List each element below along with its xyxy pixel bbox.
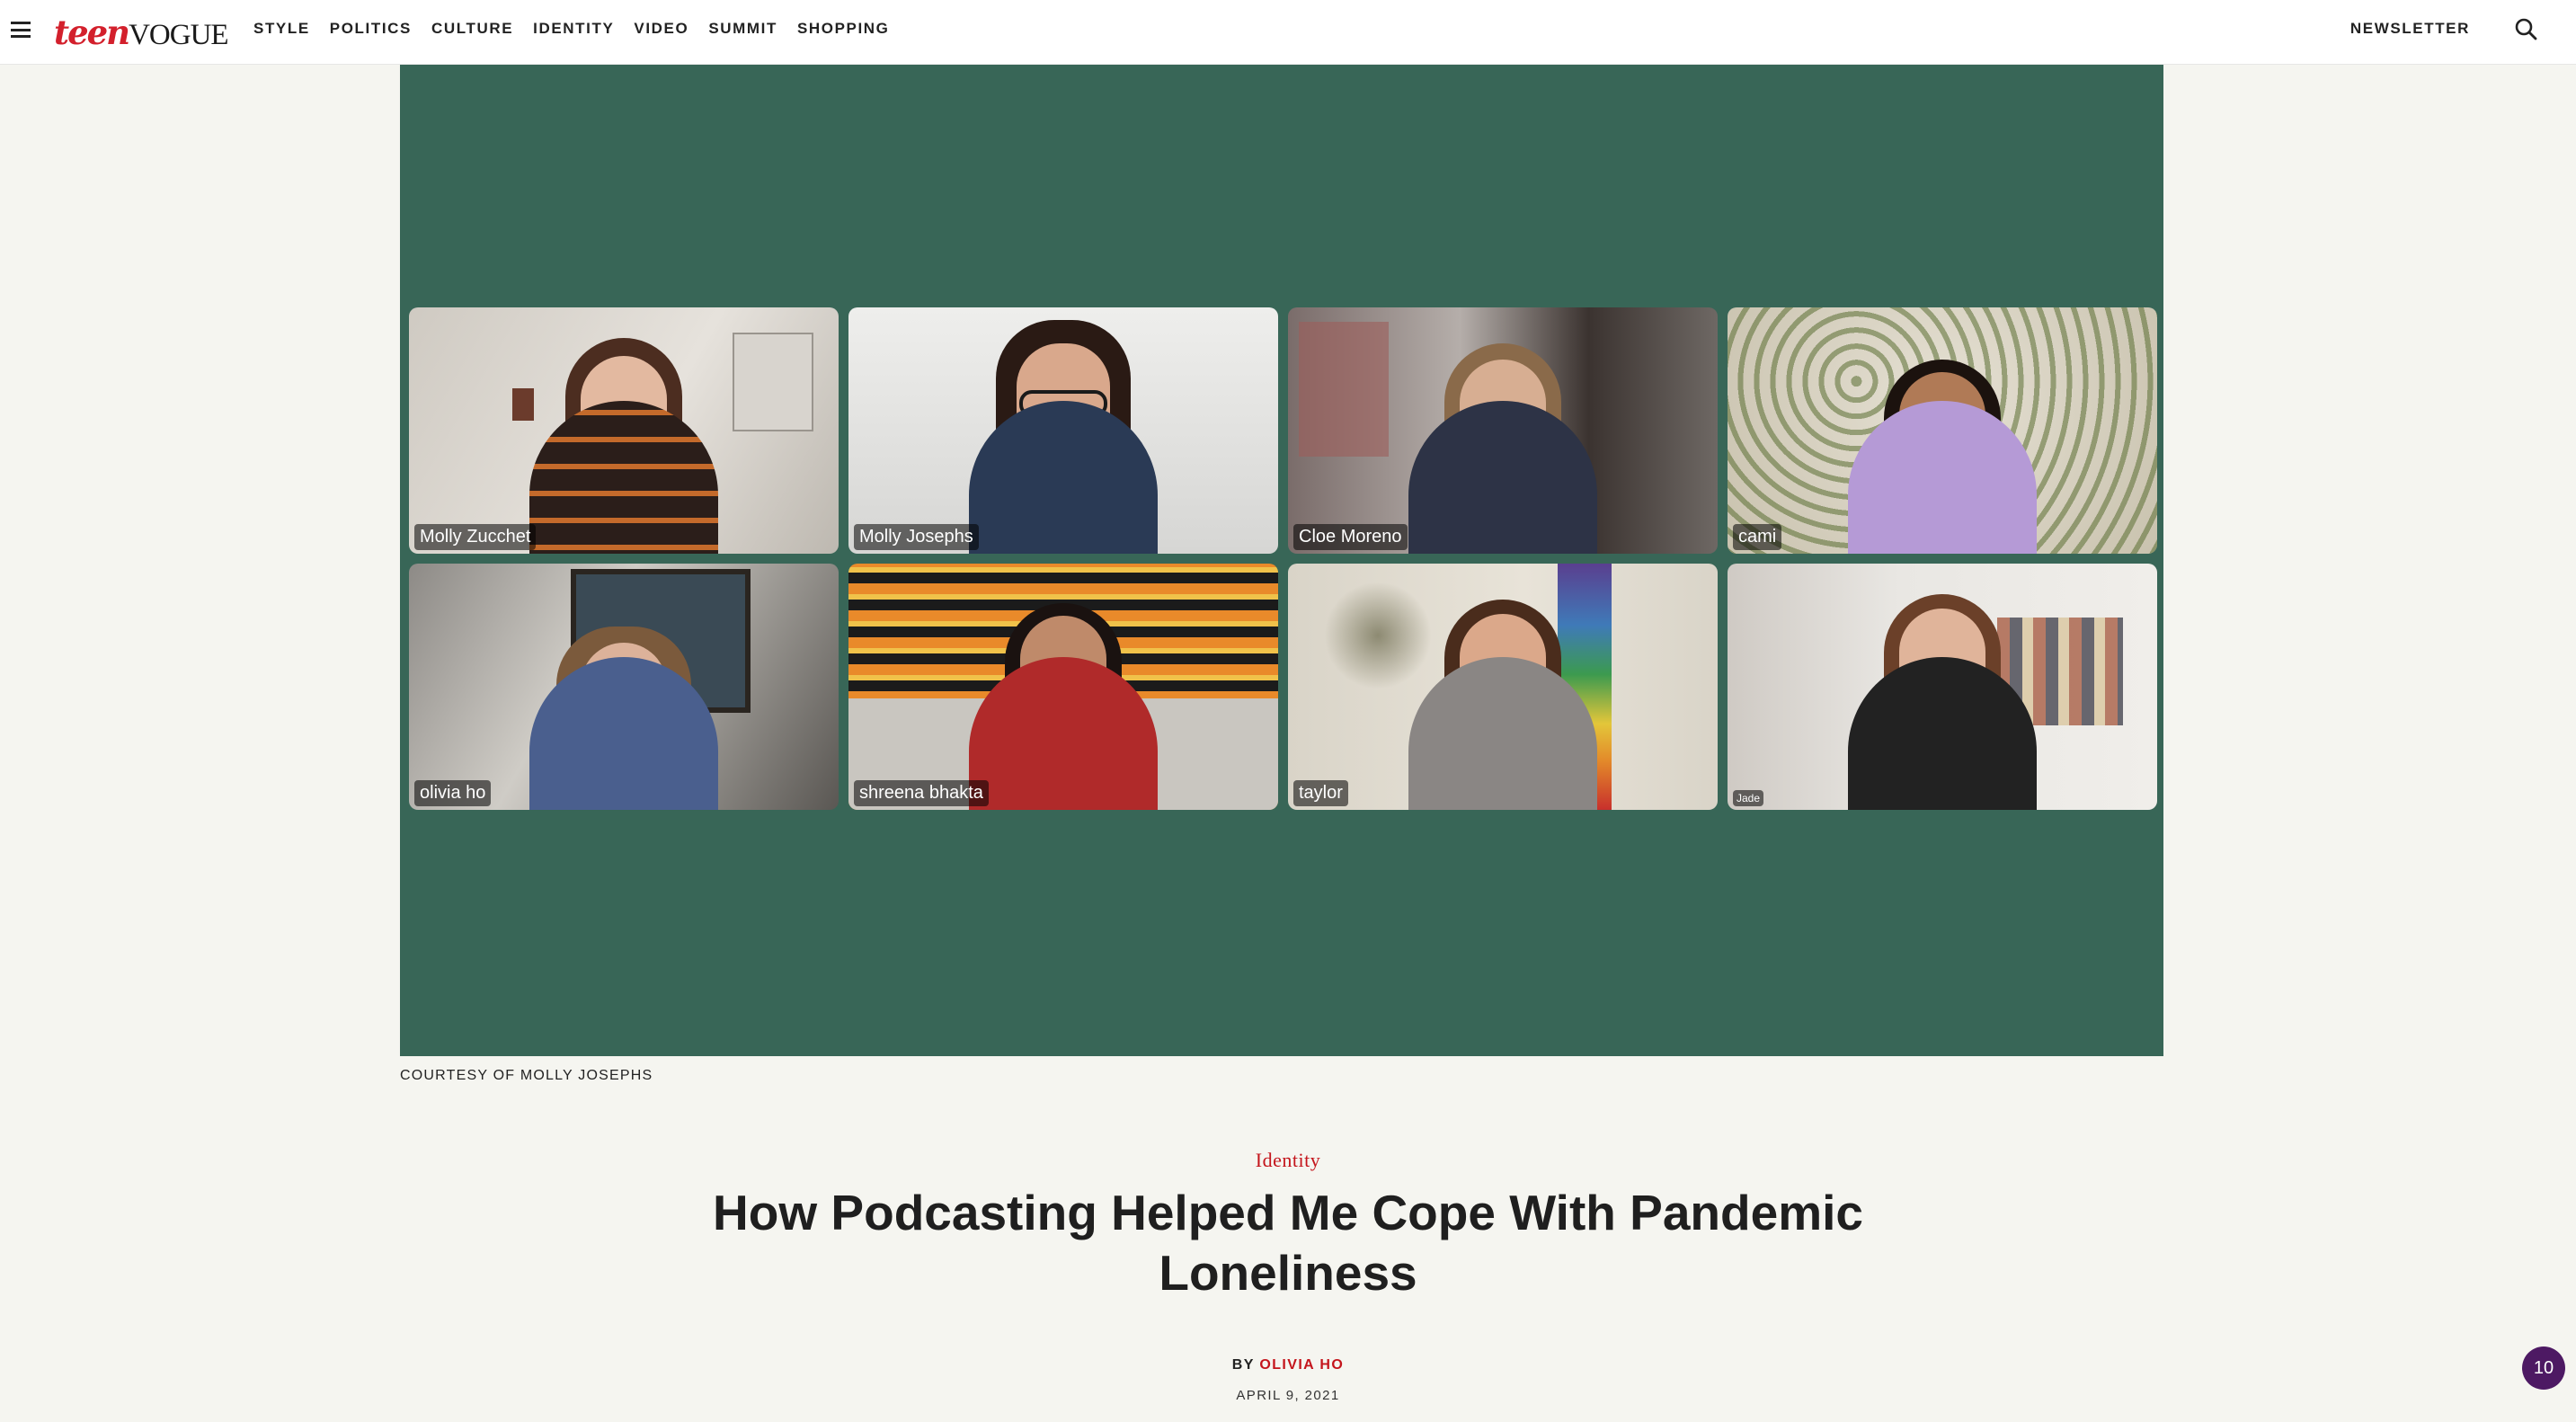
article-byline: BY OLIVIA HO [0, 1357, 2576, 1373]
participant-name: olivia ho [414, 780, 492, 806]
nav-link-politics[interactable]: POLITICS [330, 20, 412, 38]
nav-link-culture[interactable]: CULTURE [431, 20, 513, 38]
notification-counter-badge[interactable]: 10 [2522, 1346, 2565, 1390]
byline-prefix: BY [1231, 1357, 1255, 1373]
main-nav: STYLE POLITICS CULTURE IDENTITY VIDEO SU… [253, 0, 890, 58]
publish-date: APRIL 9, 2021 [1236, 1388, 1340, 1403]
nav-link-style[interactable]: STYLE [253, 20, 310, 38]
photo-credit: COURTESY OF MOLLY JOSEPHS [400, 1068, 653, 1083]
author-link[interactable]: OLIVIA HO [1259, 1357, 1344, 1373]
article-rubric[interactable]: Identity [0, 1149, 2576, 1172]
search-icon[interactable] [2513, 16, 2540, 43]
teen-vogue-logo[interactable]: teen VOGUE [54, 13, 229, 52]
participant-name: Cloe Moreno [1293, 524, 1408, 550]
nav-link-identity[interactable]: IDENTITY [533, 20, 614, 38]
participant-name: taylor [1293, 780, 1348, 806]
participant-name: Molly Josephs [854, 524, 979, 550]
participant-tile: cami [1728, 307, 2157, 554]
participant-tile: Molly Zucchet [409, 307, 839, 554]
participant-tile: Molly Josephs [848, 307, 1278, 554]
hamburger-menu-icon[interactable] [11, 22, 31, 38]
participant-tile: shreena bhakta [848, 564, 1278, 810]
participant-tile: Cloe Moreno [1288, 307, 1718, 554]
top-navigation-bar: teen VOGUE STYLE POLITICS CULTURE IDENTIT… [0, 0, 2576, 65]
hero-image-video-call: Molly Zucchet Molly Josephs Cloe Moreno … [400, 65, 2163, 1056]
newsletter-link[interactable]: NEWSLETTER [2350, 0, 2470, 58]
nav-link-summit[interactable]: SUMMIT [708, 20, 777, 38]
participant-name: shreena bhakta [854, 780, 989, 806]
logo-teen-text: teen [54, 13, 130, 52]
participant-name: Molly Zucchet [414, 524, 537, 550]
nav-link-shopping[interactable]: SHOPPING [797, 20, 890, 38]
nav-link-video[interactable]: VIDEO [634, 20, 688, 38]
participant-name: Jade [1733, 790, 1764, 806]
participant-tile: olivia ho [409, 564, 839, 810]
participant-tile: Jade [1728, 564, 2157, 810]
logo-vogue-text: VOGUE [129, 19, 228, 51]
participant-name: cami [1733, 524, 1782, 550]
participant-tile: taylor [1288, 564, 1718, 810]
article-headline: How Podcasting Helped Me Cope With Pande… [713, 1185, 1863, 1301]
